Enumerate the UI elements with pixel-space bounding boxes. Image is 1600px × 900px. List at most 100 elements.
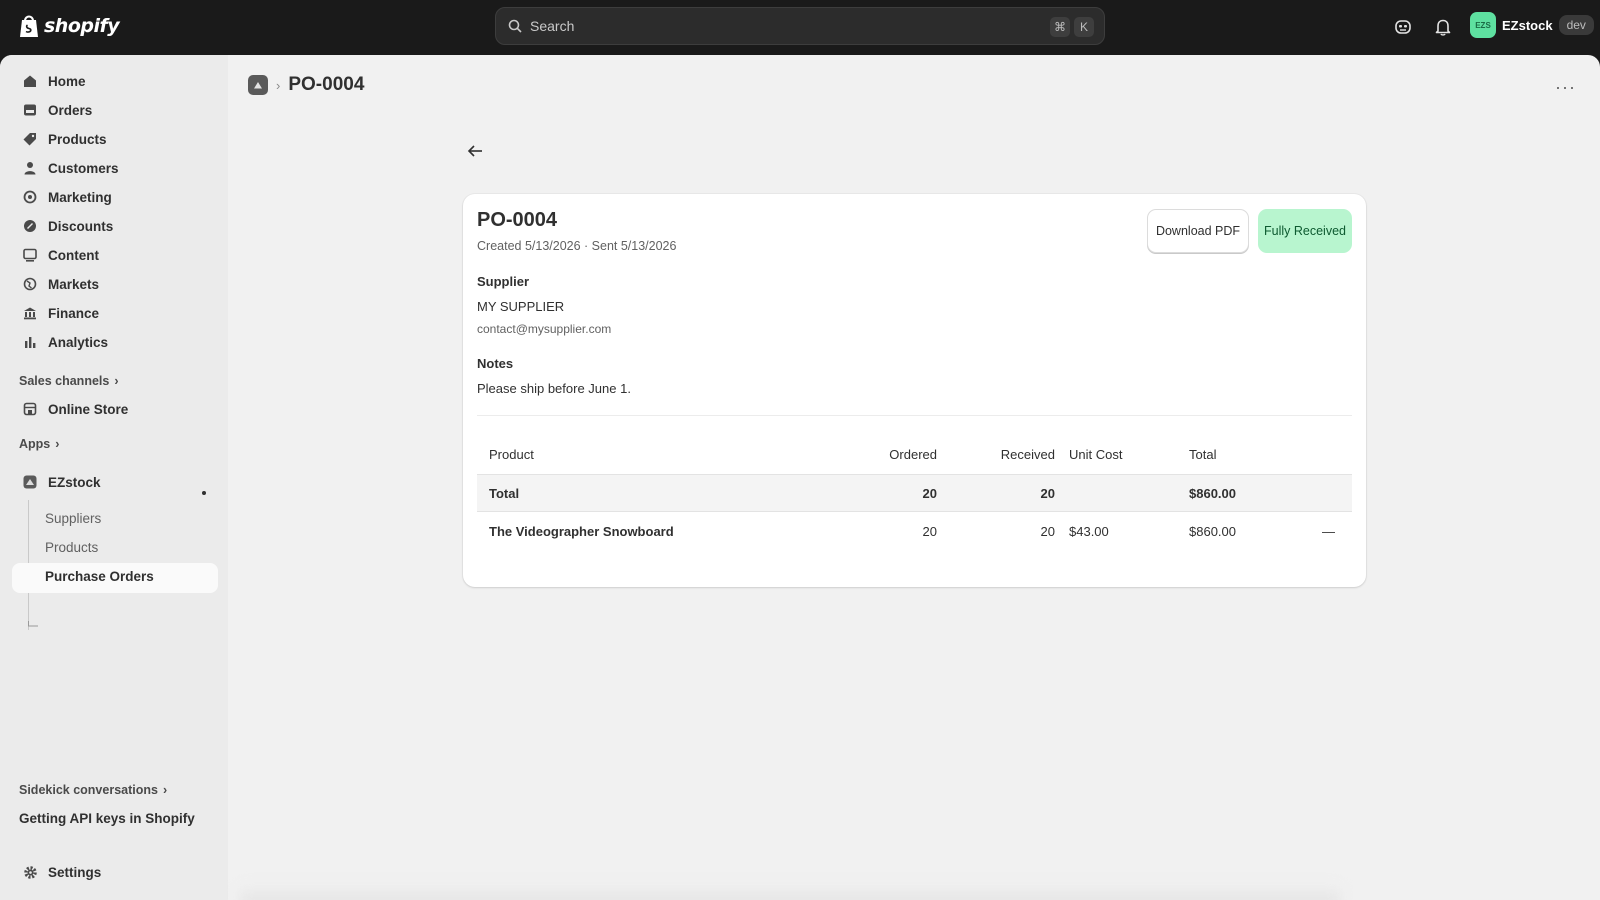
sidebar-item-finance[interactable]: Finance [12, 299, 218, 327]
target-icon [22, 189, 38, 205]
sidekick-conversation-item[interactable]: Getting API keys in Shopify [19, 811, 195, 826]
col-header-total: Total [1189, 446, 1217, 462]
sidebar-item-ezstock[interactable]: EZstock [12, 468, 218, 496]
sidebar-item-home[interactable]: Home [12, 67, 218, 95]
sidebar-item-markets[interactable]: Markets [12, 270, 218, 298]
sidebar-item-analytics[interactable]: Analytics [12, 328, 218, 356]
globe-icon [22, 276, 38, 292]
total-received: 20 [1040, 485, 1055, 501]
home-icon [22, 73, 38, 89]
bank-icon [22, 305, 38, 321]
sidebar-item-customers[interactable]: Customers [12, 154, 218, 182]
section-divider [477, 415, 1352, 416]
row-action-dash[interactable]: — [1322, 512, 1335, 550]
bell-icon [1435, 19, 1451, 36]
sidebar-item-label: Finance [48, 305, 100, 321]
content-icon [22, 247, 38, 263]
sidebar-item-label: Marketing [48, 189, 112, 205]
sidebar-item-label: Online Store [48, 401, 129, 417]
sidebar-item-label: Analytics [48, 334, 109, 350]
col-header-product: Product [489, 446, 534, 462]
supplier-name: MY SUPPLIER [477, 299, 565, 314]
app-pin-dot[interactable] [202, 491, 206, 495]
shortcut-key-k: K [1074, 17, 1094, 37]
brand-wordmark: shopify [44, 15, 120, 37]
sidebar-item-label: EZstock [48, 474, 101, 490]
back-arrow-icon[interactable] [466, 141, 486, 161]
page-title: PO-0004 [288, 74, 365, 95]
sidebar-sub-purchase-orders[interactable]: Purchase Orders [45, 569, 154, 584]
sidekick-button[interactable] [1392, 16, 1414, 38]
chevron-right-icon: › [162, 783, 168, 797]
search-bar[interactable]: Search ⌘ K [495, 7, 1105, 45]
tree-branch-icon [28, 621, 38, 627]
sidebar-item-settings[interactable]: Settings [12, 858, 218, 886]
col-header-unit-cost: Unit Cost [1069, 446, 1123, 462]
sales-channels-label: Sales channels [19, 374, 110, 388]
search-shortcut: ⌘ K [1050, 17, 1094, 37]
top-bar: shopify Search ⌘ K EZS EZstock dev [0, 0, 1600, 55]
sidekick-conversations-label: Sidekick conversations [19, 783, 158, 797]
breadcrumb: › PO-0004 [248, 74, 364, 96]
supplier-label: Supplier [477, 274, 530, 289]
apps-label: Apps [19, 437, 51, 451]
sidebar: Home Orders Products Customers Marketing… [0, 55, 228, 900]
download-pdf-button[interactable]: Download PDF [1147, 209, 1249, 253]
sidekick-conversations-header[interactable]: Sidekick conversations › [19, 783, 167, 797]
sidebar-item-orders[interactable]: Orders [12, 96, 218, 124]
ezstock-app-icon [22, 474, 38, 490]
row-received: 20 [1040, 523, 1055, 539]
line-items-table: Product Ordered Received Unit Cost Total… [477, 434, 1352, 550]
apps-header[interactable]: Apps › [19, 437, 59, 451]
col-header-received: Received [1000, 446, 1055, 462]
sidebar-item-label: Orders [48, 102, 93, 118]
table-header-row: Product Ordered Received Unit Cost Total [477, 434, 1352, 474]
sidebar-item-products[interactable]: Products [12, 125, 218, 153]
sidebar-sub-suppliers[interactable]: Suppliers [45, 511, 101, 526]
shopify-logo[interactable]: shopify [18, 13, 120, 39]
status-badge: Fully Received [1258, 209, 1352, 253]
shortcut-key-cmd: ⌘ [1050, 17, 1070, 37]
table-row: The Videographer Snowboard 20 20 $43.00 … [477, 512, 1352, 550]
sidekick-icon [1395, 20, 1411, 34]
sales-channels-header[interactable]: Sales channels › [19, 374, 119, 388]
chevron-right-icon: › [114, 374, 119, 388]
breadcrumb-separator-icon: › [276, 77, 281, 93]
sidebar-item-discounts[interactable]: Discounts [12, 212, 218, 240]
sidebar-sub-products[interactable]: Products [45, 540, 98, 555]
sidebar-item-label: Home [48, 73, 86, 89]
sidebar-item-label: Customers [48, 160, 119, 176]
row-total: $860.00 [1189, 523, 1236, 539]
total-ordered: 20 [922, 485, 937, 501]
shopify-bag-icon [20, 15, 38, 37]
chevron-right-icon: › [55, 437, 60, 451]
supplier-email: contact@mysupplier.com [477, 322, 612, 336]
purchase-order-card: PO-0004 Created 5/13/2026 · Sent 5/13/20… [463, 194, 1366, 587]
storefront-icon [22, 401, 38, 417]
row-ordered: 20 [922, 523, 937, 539]
notifications-button[interactable] [1432, 16, 1454, 38]
sidebar-item-online-store[interactable]: Online Store [12, 395, 218, 423]
row-unit-cost: $43.00 [1069, 523, 1109, 539]
row-product: The Videographer Snowboard [489, 523, 674, 539]
total-label: Total [489, 485, 520, 501]
sidebar-item-label: Settings [48, 864, 102, 880]
sidebar-item-label: Markets [48, 276, 100, 292]
notes-label: Notes [477, 356, 514, 371]
bar-chart-icon [22, 334, 38, 350]
table-total-row: Total 20 20 $860.00 [477, 474, 1352, 512]
more-actions-icon[interactable]: ··· [1555, 77, 1576, 98]
gear-icon [22, 864, 38, 880]
person-icon [22, 160, 38, 176]
store-name: EZstock [1502, 17, 1553, 33]
sidebar-item-label: Products [48, 131, 107, 147]
store-menu[interactable]: EZS EZstock dev [1470, 12, 1594, 38]
store-avatar: EZS [1470, 12, 1496, 38]
sidebar-item-content[interactable]: Content [12, 241, 218, 269]
ezstock-app-icon[interactable] [248, 75, 268, 95]
sidebar-item-label: Discounts [48, 218, 114, 234]
total-amount: $860.00 [1189, 485, 1236, 501]
col-header-ordered: Ordered [889, 446, 937, 462]
sidebar-item-marketing[interactable]: Marketing [12, 183, 218, 211]
discount-icon [22, 218, 38, 234]
